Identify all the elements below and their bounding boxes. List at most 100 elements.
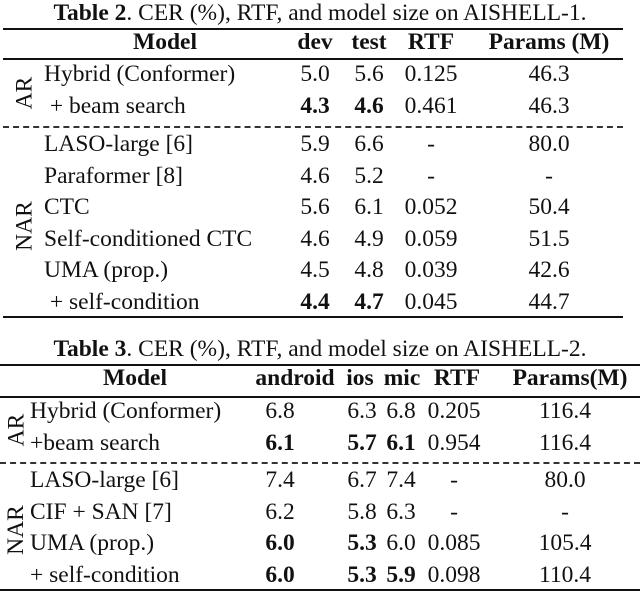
- table-cell-test: 5.2: [354, 162, 384, 189]
- table-cell-ios: 5.8: [347, 498, 377, 525]
- table-cell-dev: 5.6: [300, 194, 330, 220]
- table-cell-rtf: -: [450, 498, 458, 525]
- table3-bottom-rule: [0, 589, 640, 591]
- table-cell-test: 6.1: [354, 194, 384, 220]
- table-row-model: UMA (prop.): [30, 530, 155, 556]
- table-cell-test: 4.7: [354, 288, 384, 315]
- table-cell-android: 6.0: [265, 530, 295, 556]
- table-row-model: Hybrid (Conformer): [44, 61, 236, 87]
- table-cell-ios: 6.3: [347, 398, 377, 424]
- table-cell-params: 80.0: [544, 467, 586, 493]
- table-cell-params: 51.5: [528, 225, 570, 252]
- table-cell-params: 42.6: [528, 257, 570, 283]
- table-cell-test: 4.8: [354, 257, 384, 283]
- table-row-model: CTC: [44, 194, 90, 220]
- table-cell-mic: 7.4: [386, 467, 416, 493]
- table-cell-rtf: 0.045: [404, 288, 458, 315]
- table-cell-params: 46.3: [528, 92, 570, 119]
- table-row-model: +beam search: [30, 429, 161, 456]
- table-cell-rtf: 0.205: [427, 398, 481, 424]
- table-row-model: + beam search: [44, 92, 186, 119]
- table-row-model: Hybrid (Conformer): [30, 398, 222, 424]
- table2-header-dev: dev: [297, 29, 333, 55]
- table2-header-rule: [3, 58, 623, 60]
- table-cell-params: 105.4: [538, 530, 592, 556]
- table-cell-ios: 6.7: [347, 467, 377, 493]
- table2-caption: Table 2. CER (%), RTF, and model size on…: [0, 0, 640, 26]
- table-cell-mic: 6.1: [386, 429, 416, 456]
- group-label-ar: AR: [11, 76, 37, 109]
- table-cell-ios: 5.7: [347, 429, 377, 456]
- table-cell-params: 50.4: [528, 194, 570, 220]
- table-cell-rtf: -: [450, 467, 458, 493]
- table-cell-mic: 5.9: [386, 561, 416, 588]
- table-cell-android: 6.0: [265, 561, 295, 588]
- table3-caption-label: Table 3: [53, 336, 127, 362]
- table-cell-rtf: 0.954: [427, 429, 481, 456]
- table-cell-dev: 4.5: [300, 257, 330, 283]
- table-row-model: LASO-large [6]: [44, 131, 194, 157]
- table-cell-android: 6.2: [265, 498, 295, 525]
- table-cell-rtf: 0.461: [404, 92, 458, 119]
- table-cell-dev: 4.3: [300, 92, 330, 119]
- table-row-model: UMA (prop.): [44, 257, 169, 283]
- table-cell-mic: 6.8: [386, 398, 416, 424]
- table-cell-android: 6.8: [265, 398, 295, 424]
- table3-caption: Table 3. CER (%), RTF, and model size on…: [0, 336, 640, 362]
- table-cell-params: 110.4: [538, 561, 591, 588]
- table-row-model: + self-condition: [44, 288, 200, 315]
- table-cell-params: -: [561, 498, 569, 525]
- table3-caption-text: . CER (%), RTF, and model size on AISHEL…: [126, 336, 587, 362]
- table-cell-dev: 4.6: [300, 162, 330, 189]
- table-row-model: + self-condition: [30, 561, 180, 588]
- table3-header-android: android: [255, 365, 335, 391]
- table-cell-mic: 6.3: [386, 498, 416, 525]
- table-row-model: Paraformer [8]: [44, 162, 183, 189]
- table-cell-params: 116.4: [538, 429, 591, 456]
- table-cell-test: 4.6: [354, 92, 384, 119]
- table-cell-rtf: 0.098: [427, 561, 481, 588]
- table2-bottom-rule: [3, 316, 623, 318]
- table2-caption-label: Table 2: [53, 0, 127, 26]
- table-cell-rtf: 0.052: [404, 194, 458, 220]
- table2-header-rtf: RTF: [407, 29, 455, 55]
- group-separator: [0, 462, 640, 464]
- table-cell-params: 46.3: [528, 61, 570, 87]
- group-label-nar: NAR: [11, 200, 37, 251]
- table-cell-dev: 4.4: [300, 288, 330, 315]
- table2-header-model: Model: [133, 29, 197, 55]
- table-cell-test: 4.9: [354, 225, 384, 252]
- group-label-nar: NAR: [3, 505, 29, 555]
- table-cell-android: 7.4: [265, 467, 295, 493]
- table-cell-params: 44.7: [528, 288, 570, 315]
- table-cell-rtf: 0.059: [404, 225, 458, 252]
- table-cell-rtf: 0.085: [427, 530, 481, 556]
- table-cell-mic: 6.0: [386, 530, 416, 556]
- table3-header-params: Params(M): [512, 365, 628, 391]
- table3-header-rtf: RTF: [433, 365, 481, 391]
- table-cell-dev: 5.0: [300, 61, 330, 87]
- table-cell-ios: 5.3: [347, 530, 377, 556]
- table-cell-test: 6.6: [354, 131, 384, 157]
- table2-caption-text: . CER (%), RTF, and model size on AISHEL…: [126, 0, 587, 26]
- table-cell-rtf: -: [427, 131, 435, 157]
- table-cell-rtf: 0.039: [404, 257, 458, 283]
- table3-header-ios: ios: [346, 365, 374, 391]
- group-label-ar: AR: [3, 413, 29, 446]
- table-cell-test: 5.6: [354, 61, 384, 87]
- table-cell-ios: 5.3: [347, 561, 377, 588]
- table-cell-dev: 4.6: [300, 225, 330, 252]
- table-cell-params: 116.4: [538, 398, 591, 424]
- table2-header-test: test: [351, 29, 387, 55]
- table3-header-model: Model: [103, 365, 167, 391]
- table-cell-rtf: 0.125: [404, 61, 458, 87]
- table3-header-mic: mic: [383, 365, 421, 391]
- table-cell-android: 6.1: [265, 429, 295, 456]
- table-row-model: LASO-large [6]: [30, 467, 180, 493]
- group-separator: [3, 126, 623, 128]
- table-row-model: Self-conditioned CTC: [44, 225, 253, 252]
- table-cell-params: -: [545, 162, 553, 189]
- table-cell-dev: 5.9: [300, 131, 330, 157]
- table-cell-params: 80.0: [528, 131, 570, 157]
- table-row-model: CIF + SAN [7]: [30, 498, 172, 525]
